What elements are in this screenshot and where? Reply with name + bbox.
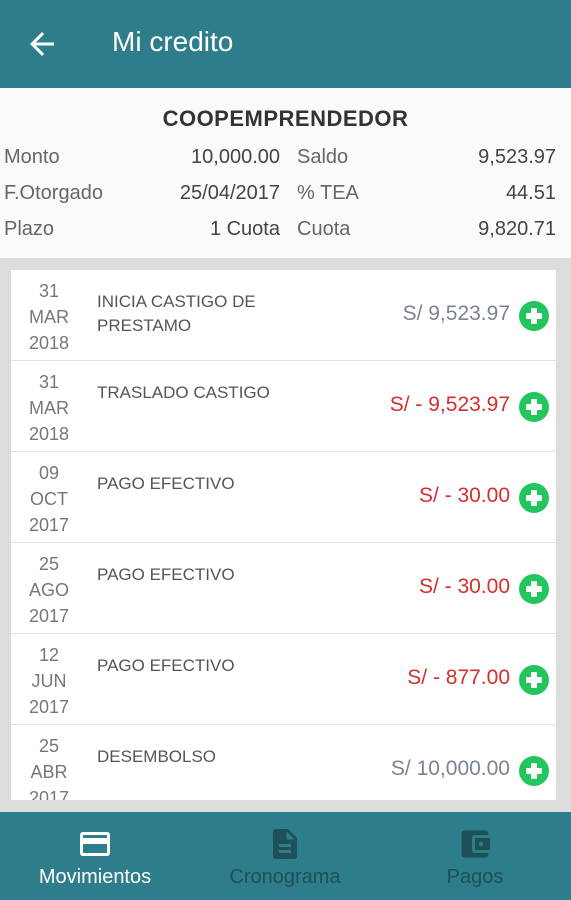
tab-label: Pagos bbox=[446, 866, 504, 888]
tab-pagos[interactable]: Pagos bbox=[380, 812, 570, 900]
movement-description: PAGO EFECTIVO bbox=[97, 656, 235, 675]
movement-description: DESEMBOLSO bbox=[97, 747, 217, 766]
add-circle-icon[interactable] bbox=[518, 391, 550, 423]
movement-amount: S/ 10,000.00 bbox=[390, 757, 510, 780]
add-circle-icon[interactable] bbox=[518, 482, 550, 514]
movement-amount: S/ 9,523.97 bbox=[402, 302, 510, 325]
credit-summary: COOPEMPRENDEDOR Monto 10,000.00 Saldo 9,… bbox=[0, 88, 571, 258]
tab-label: Movimientos bbox=[38, 866, 152, 888]
list-item[interactable]: 12 JUN 2017 PAGO EFECTIVO S/ - 877.00 bbox=[11, 634, 556, 725]
monto-value: 10,000.00 bbox=[191, 146, 280, 168]
summary-row: Plazo 1 Cuota Cuota 9,820.71 bbox=[0, 218, 571, 248]
cuota-value: 9,820.71 bbox=[478, 218, 556, 240]
bottom-navigation: Movimientos Cronograma Pagos bbox=[0, 812, 571, 900]
movement-amount: S/ - 30.00 bbox=[418, 575, 510, 598]
tab-movimientos[interactable]: Movimientos bbox=[0, 812, 190, 900]
plazo-value: 1 Cuota bbox=[209, 218, 280, 240]
list-item[interactable]: 25 ABR 2017 DESEMBOLSO S/ 10,000.00 bbox=[11, 725, 556, 800]
summary-row: Monto 10,000.00 Saldo 9,523.97 bbox=[0, 146, 571, 176]
tab-cronograma[interactable]: Cronograma bbox=[190, 812, 380, 900]
movement-amount: S/ - 877.00 bbox=[407, 666, 510, 689]
movement-amount: S/ - 9,523.97 bbox=[389, 393, 510, 416]
list-item[interactable]: 31 MAR 2018 INICIA CASTIGO DE PRESTAMO S/ … bbox=[11, 270, 556, 361]
add-circle-icon[interactable] bbox=[518, 664, 550, 696]
credit-card-icon bbox=[80, 832, 110, 856]
summary-row: F.Otorgado 25/04/2017 % TEA 44.51 bbox=[0, 182, 571, 212]
movement-amount: S/ - 30.00 bbox=[418, 484, 510, 507]
movements-list[interactable]: 31 MAR 2018 INICIA CASTIGO DE PRESTAMO S/ … bbox=[11, 270, 556, 800]
saldo-label: Saldo bbox=[297, 146, 349, 168]
saldo-value: 9,523.97 bbox=[478, 146, 556, 168]
add-circle-icon[interactable] bbox=[518, 573, 550, 605]
movement-date: 09 OCT 2017 bbox=[28, 463, 70, 535]
list-item[interactable]: 31 MAR 2018 TRASLADO CASTIGO S/ - 9,523.97 bbox=[11, 361, 556, 452]
tea-value: 44.51 bbox=[505, 182, 556, 204]
add-circle-icon[interactable] bbox=[518, 755, 550, 787]
app-bar: Mi credito bbox=[0, 0, 571, 88]
movement-date: 12 JUN 2017 bbox=[28, 645, 70, 717]
tea-label: % TEA bbox=[297, 182, 359, 204]
fecha-otorgado-value: 25/04/2017 bbox=[179, 182, 280, 204]
movement-description: PAGO EFECTIVO bbox=[97, 474, 235, 493]
movement-description: INICIA CASTIGO DE PRESTAMO bbox=[97, 292, 256, 335]
movement-date: 25 ABR 2017 bbox=[28, 736, 70, 800]
movement-description: TRASLADO CASTIGO bbox=[97, 383, 270, 402]
document-icon bbox=[273, 829, 297, 859]
movement-description: PAGO EFECTIVO bbox=[97, 565, 235, 584]
product-name: COOPEMPRENDEDOR bbox=[162, 106, 409, 131]
add-circle-icon[interactable] bbox=[518, 300, 550, 332]
back-arrow-icon[interactable] bbox=[24, 26, 60, 62]
cuota-label: Cuota bbox=[297, 218, 351, 240]
tab-label: Cronograma bbox=[229, 866, 341, 888]
movement-date: 31 MAR 2018 bbox=[28, 372, 70, 444]
fecha-otorgado-label: F.Otorgado bbox=[4, 182, 103, 204]
plazo-label: Plazo bbox=[4, 218, 55, 240]
movement-date: 31 MAR 2018 bbox=[28, 281, 70, 353]
wallet-icon bbox=[461, 830, 490, 858]
list-item[interactable]: 25 AGO 2017 PAGO EFECTIVO S/ - 30.00 bbox=[11, 543, 556, 634]
list-item[interactable]: 09 OCT 2017 PAGO EFECTIVO S/ - 30.00 bbox=[11, 452, 556, 543]
page-title: Mi credito bbox=[112, 26, 234, 57]
movement-date: 25 AGO 2017 bbox=[28, 554, 70, 626]
monto-label: Monto bbox=[4, 146, 60, 168]
